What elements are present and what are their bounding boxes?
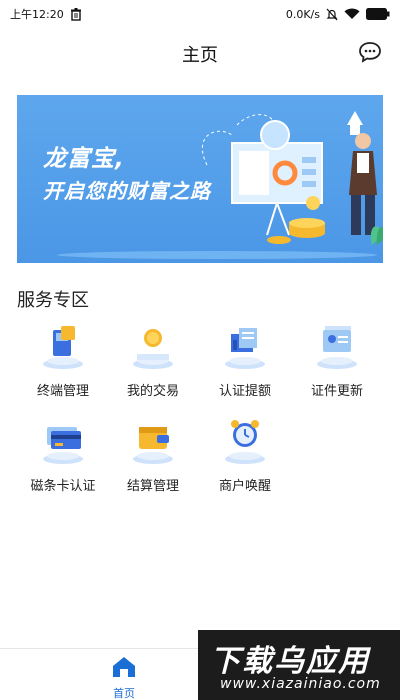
wifi-icon bbox=[344, 8, 360, 20]
network-speed: 0.0K/s bbox=[285, 7, 320, 21]
service-magstripe-verify[interactable]: 磁条卡认证 bbox=[17, 413, 109, 503]
page-header: 主页 bbox=[0, 28, 400, 80]
service-label: 我的交易 bbox=[126, 384, 179, 399]
home-icon bbox=[111, 655, 137, 683]
promo-banner[interactable]: 龙富宝, 开启您的财富之路 bbox=[17, 95, 383, 263]
alarm-clock-icon bbox=[215, 413, 275, 469]
service-label: 认证提额 bbox=[218, 384, 271, 399]
status-time: 上午12:20 bbox=[10, 8, 64, 21]
watermark-title: 下载乌应用 bbox=[210, 644, 370, 679]
service-label: 商户唤醒 bbox=[218, 479, 271, 494]
nav-home-tab[interactable]: 首页 bbox=[94, 655, 154, 700]
service-label: 结算管理 bbox=[126, 479, 179, 494]
watermark-overlay: 下载乌应用 www.xiazainiao.com bbox=[198, 630, 400, 700]
service-my-transactions[interactable]: 我的交易 bbox=[107, 318, 199, 408]
chat-bubble-icon bbox=[358, 41, 382, 67]
battery-icon bbox=[366, 8, 390, 20]
service-certification-limit[interactable]: 认证提额 bbox=[199, 318, 291, 408]
wallet-icon bbox=[123, 413, 183, 469]
status-bar: 上午12:20 0.0K/s bbox=[0, 0, 400, 28]
coin-icon bbox=[123, 318, 183, 374]
service-id-update[interactable]: 证件更新 bbox=[291, 318, 383, 408]
service-label: 证件更新 bbox=[310, 384, 363, 399]
services-section-title: 服务专区 bbox=[17, 290, 89, 311]
terminal-icon bbox=[33, 318, 93, 374]
id-card-icon bbox=[307, 318, 367, 374]
banner-illustration bbox=[57, 111, 383, 259]
trash-icon bbox=[70, 7, 82, 21]
service-label: 终端管理 bbox=[36, 384, 89, 399]
certificate-icon bbox=[215, 318, 275, 374]
service-merchant-wakeup[interactable]: 商户唤醒 bbox=[199, 413, 291, 503]
page-title: 主页 bbox=[182, 45, 218, 66]
watermark-url: www.xiazainiao.com bbox=[220, 676, 381, 692]
magstripe-card-icon bbox=[33, 413, 93, 469]
service-settlement-management[interactable]: 结算管理 bbox=[107, 413, 199, 503]
mute-icon bbox=[326, 8, 338, 21]
nav-home-label: 首页 bbox=[113, 687, 135, 700]
chat-button[interactable] bbox=[358, 42, 382, 66]
service-terminal-management[interactable]: 终端管理 bbox=[17, 318, 109, 408]
service-label: 磁条卡认证 bbox=[30, 479, 96, 494]
